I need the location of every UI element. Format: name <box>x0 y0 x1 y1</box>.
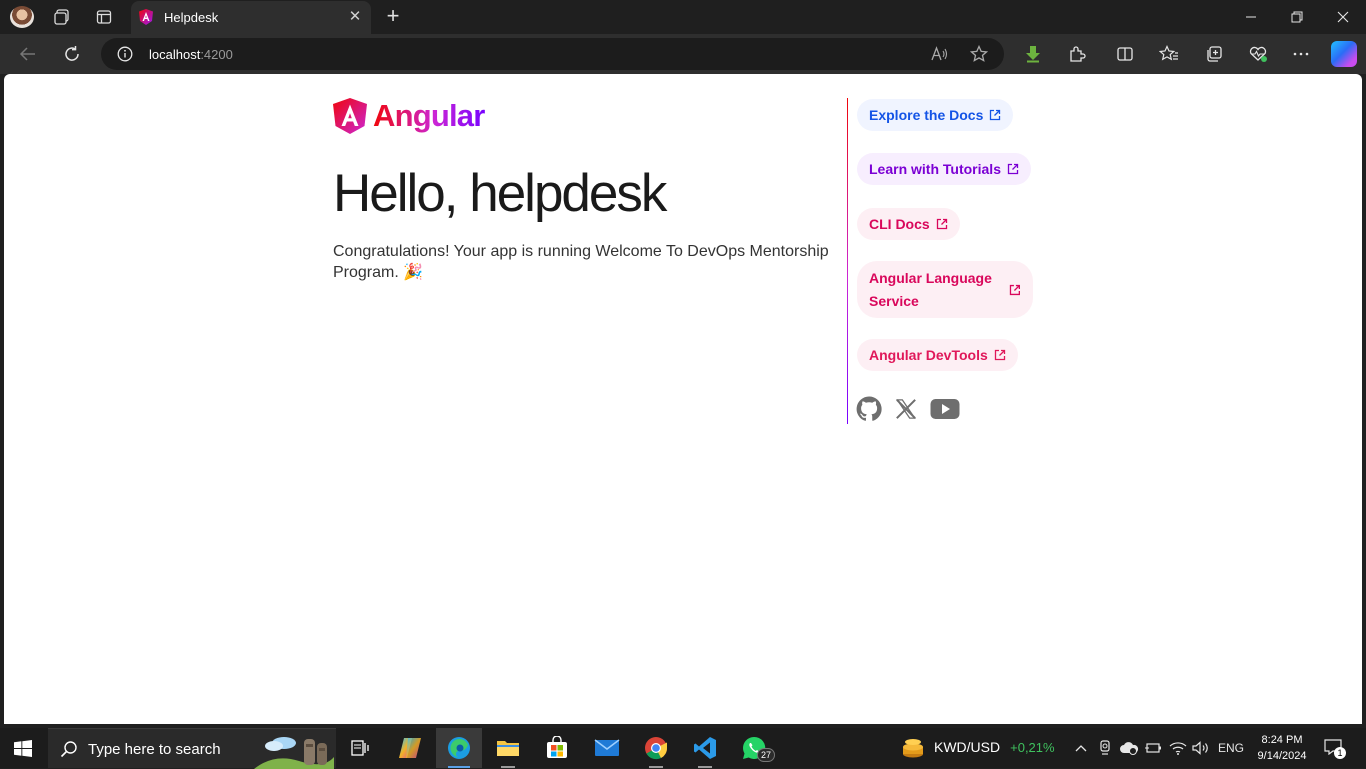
taskbar-search[interactable]: Type here to search <box>48 728 336 769</box>
system-clock[interactable]: 8:24 PM 9/14/2024 <box>1250 732 1314 764</box>
devtools-link[interactable]: Angular DevTools <box>857 339 1018 371</box>
favorites-icon[interactable] <box>1158 43 1180 65</box>
coins-icon <box>903 739 923 758</box>
youtube-icon[interactable] <box>929 395 961 423</box>
external-link-icon <box>1007 163 1019 175</box>
close-window-icon[interactable] <box>1320 0 1366 34</box>
refresh-icon[interactable] <box>58 41 86 67</box>
cli-docs-link[interactable]: CLI Docs <box>857 208 960 240</box>
collections-icon[interactable] <box>1203 43 1225 65</box>
volume-icon[interactable] <box>1191 738 1211 758</box>
notification-count: 1 <box>1334 747 1346 759</box>
chrome-icon[interactable] <box>633 728 679 768</box>
search-icon <box>60 741 77 758</box>
vscode-icon[interactable] <box>682 728 728 768</box>
copilot-icon[interactable] <box>1331 41 1357 67</box>
link-label: Explore the Docs <box>869 107 984 123</box>
ticker-change: +0,21% <box>1010 739 1055 755</box>
ticker-pair: KWD/USD <box>934 739 1001 755</box>
angular-shield-icon <box>333 98 367 134</box>
github-icon[interactable] <box>855 395 883 423</box>
edge-taskbar-icon[interactable] <box>436 728 482 768</box>
x-icon[interactable] <box>893 395 919 423</box>
learn-tutorials-link[interactable]: Learn with Tutorials <box>857 153 1031 185</box>
restore-icon[interactable] <box>1274 0 1320 34</box>
address-bar[interactable]: localhost:4200 <box>101 38 1004 70</box>
external-link-icon <box>990 109 1001 121</box>
active-tab[interactable]: Helpdesk ✕ <box>131 1 371 34</box>
tab-title: Helpdesk <box>164 10 219 25</box>
onedrive-icon[interactable] <box>1118 738 1140 758</box>
external-link-icon <box>994 349 1005 361</box>
show-hidden-icons-icon[interactable] <box>1072 738 1090 758</box>
profile-avatar[interactable] <box>10 6 34 28</box>
explore-docs-link[interactable]: Explore the Docs <box>857 99 1014 131</box>
whatsapp-badge: 27 <box>757 748 775 762</box>
tab-actions-icon[interactable] <box>92 6 116 28</box>
minimize-icon[interactable] <box>1228 0 1274 34</box>
download-extension-icon[interactable] <box>1022 43 1044 65</box>
gradient-divider <box>847 98 848 424</box>
angular-logo: Angular <box>333 98 485 134</box>
currency-ticker[interactable]: KWD/USD +0,21% <box>900 736 1055 758</box>
clock-time: 8:24 PM <box>1261 734 1303 746</box>
link-label: Angular Language Service <box>869 269 992 309</box>
wifi-icon[interactable] <box>1168 738 1188 758</box>
more-options-icon[interactable] <box>1290 43 1312 65</box>
page-viewport: Angular Hello, helpdesk Congratulations!… <box>4 74 1362 724</box>
search-highlight-illustration-icon <box>254 737 334 769</box>
camera-tray-icon[interactable] <box>1096 738 1114 758</box>
language-service-link[interactable]: Angular Language Service <box>857 261 1033 318</box>
file-explorer-icon[interactable] <box>485 728 531 768</box>
link-label: CLI Docs <box>869 216 930 232</box>
page-title: Hello, helpdesk <box>333 164 667 223</box>
url-text[interactable]: localhost:4200 <box>149 47 233 62</box>
notifications-icon[interactable]: 1 <box>1324 739 1346 759</box>
close-tab-icon[interactable]: ✕ <box>347 9 363 25</box>
external-link-icon <box>1010 284 1021 295</box>
link-label: Angular DevTools <box>869 347 988 363</box>
windows-taskbar: Type here to search 27 KWD/USD +0,21% EN… <box>0 728 1366 769</box>
battery-icon[interactable] <box>1144 738 1162 758</box>
extensions-icon[interactable] <box>1066 43 1088 65</box>
input-language[interactable]: ENG <box>1214 738 1248 758</box>
task-view-icon[interactable] <box>337 728 383 768</box>
read-aloud-icon[interactable] <box>929 45 949 63</box>
clock-date: 9/14/2024 <box>1257 750 1307 762</box>
favorite-star-icon[interactable] <box>969 45 989 63</box>
mail-icon[interactable] <box>584 728 630 768</box>
browser-toolbar: localhost:4200 <box>0 34 1366 74</box>
angular-wordmark: Angular <box>373 98 485 133</box>
site-info-icon[interactable] <box>117 46 133 62</box>
welcome-message: Congratulations! Your app is running Wel… <box>333 243 829 281</box>
browser-tab-strip: Helpdesk ✕ + <box>0 0 1366 34</box>
browser-essentials-icon[interactable] <box>1247 43 1269 65</box>
workspaces-icon[interactable] <box>50 6 74 28</box>
angular-favicon <box>139 9 153 25</box>
new-tab-button[interactable]: + <box>382 5 404 28</box>
external-link-icon <box>936 218 947 230</box>
microsoft-store-icon[interactable] <box>534 728 580 768</box>
windows-start-icon[interactable] <box>14 740 32 757</box>
split-screen-icon[interactable] <box>1114 43 1136 65</box>
back-icon[interactable] <box>14 41 42 67</box>
search-placeholder: Type here to search <box>88 741 221 758</box>
link-label: Learn with Tutorials <box>869 161 1001 177</box>
copilot-taskbar-icon[interactable] <box>387 728 433 768</box>
whatsapp-icon[interactable]: 27 <box>731 728 777 768</box>
